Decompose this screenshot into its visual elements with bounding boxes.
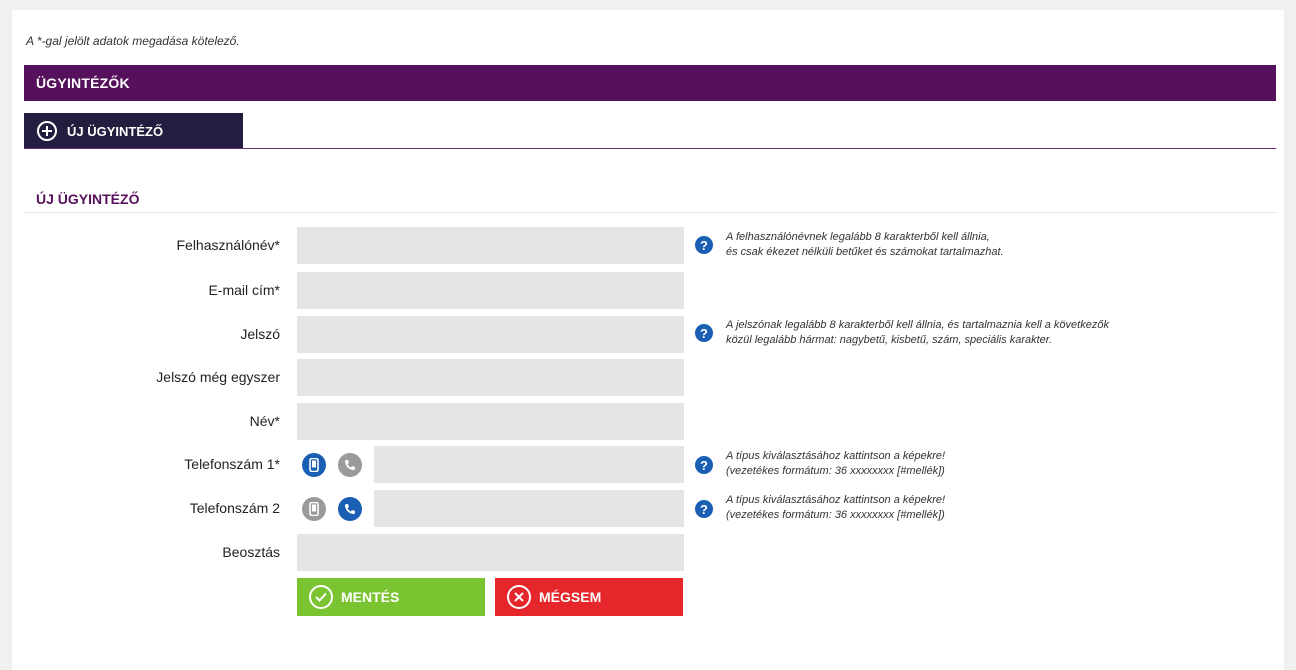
phone1-label: Telefonszám 1* bbox=[184, 456, 280, 472]
name-label: Név* bbox=[249, 413, 280, 429]
question-circle-icon: ? bbox=[695, 500, 713, 518]
question-circle-icon: ? bbox=[695, 324, 713, 342]
phone2-hint: A típus kiválasztásához kattintson a kép… bbox=[726, 493, 945, 523]
password-hint: A jelszónak legalább 8 karakterből kell … bbox=[726, 318, 1109, 348]
email-label: E-mail cím* bbox=[208, 282, 280, 298]
phone2-label: Telefonszám 2 bbox=[189, 500, 280, 516]
question-circle-icon: ? bbox=[695, 456, 713, 474]
phone2-hint-line1: A típus kiválasztásához kattintson a kép… bbox=[726, 494, 946, 506]
password-input[interactable] bbox=[297, 316, 684, 353]
new-agent-tab-label: ÚJ ÜGYINTÉZŐ bbox=[67, 123, 164, 139]
password-again-label: Jelszó még egyszer bbox=[156, 369, 280, 385]
phone1-hint: A típus kiválasztásához kattintson a kép… bbox=[726, 449, 945, 479]
section-header: ÜGYINTÉZŐK bbox=[24, 65, 1276, 101]
password-label: Jelszó bbox=[240, 326, 280, 342]
handset-icon[interactable] bbox=[338, 453, 362, 477]
new-agent-tab-button[interactable]: ÚJ ÜGYINTÉZŐ bbox=[24, 113, 243, 149]
required-fields-note: A *-gal jelölt adatok megadása kötelező. bbox=[26, 34, 240, 48]
phone1-input[interactable] bbox=[374, 446, 684, 483]
password-hint-line2: közül legalább hármat: nagybetű, kisbetű… bbox=[726, 334, 1053, 346]
handset-icon[interactable] bbox=[338, 497, 362, 521]
phone2-hint-line2: (vezetékes formátum: 36 xxxxxxxx [#mellé… bbox=[726, 509, 945, 521]
cancel-button-label: MÉGSEM bbox=[539, 589, 602, 605]
save-button-label: MENTÉS bbox=[341, 589, 400, 605]
phone1-hint-line2: (vezetékes formátum: 36 xxxxxxxx [#mellé… bbox=[726, 465, 945, 477]
username-hint-line1: A felhasználónévnek legalább 8 karakterb… bbox=[726, 231, 990, 243]
email-input[interactable] bbox=[297, 272, 684, 309]
mobile-phone-icon[interactable] bbox=[302, 497, 326, 521]
phone2-input[interactable] bbox=[374, 490, 684, 527]
position-label: Beosztás bbox=[222, 544, 280, 560]
x-circle-icon bbox=[507, 585, 531, 609]
form-title-divider bbox=[24, 212, 1276, 213]
username-hint-line2: és csak ékezet nélküli betűket és számok… bbox=[726, 246, 1004, 258]
name-input[interactable] bbox=[297, 403, 684, 440]
question-circle-icon: ? bbox=[695, 236, 713, 254]
tab-underline bbox=[24, 148, 1276, 149]
username-input[interactable] bbox=[297, 227, 684, 264]
cancel-button[interactable]: MÉGSEM bbox=[495, 578, 683, 616]
save-button[interactable]: MENTÉS bbox=[297, 578, 485, 616]
password-hint-line1: A jelszónak legalább 8 karakterből kell … bbox=[726, 319, 1109, 331]
phone1-hint-line1: A típus kiválasztásához kattintson a kép… bbox=[726, 450, 946, 462]
form-title: ÚJ ÜGYINTÉZŐ bbox=[36, 191, 140, 207]
username-hint: A felhasználónévnek legalább 8 karakterb… bbox=[726, 230, 1004, 260]
check-circle-icon bbox=[309, 585, 333, 609]
mobile-phone-icon[interactable] bbox=[302, 453, 326, 477]
position-input[interactable] bbox=[297, 534, 684, 571]
username-label: Felhasználónév* bbox=[176, 237, 280, 253]
plus-circle-icon bbox=[37, 121, 57, 141]
password-again-input[interactable] bbox=[297, 359, 684, 396]
